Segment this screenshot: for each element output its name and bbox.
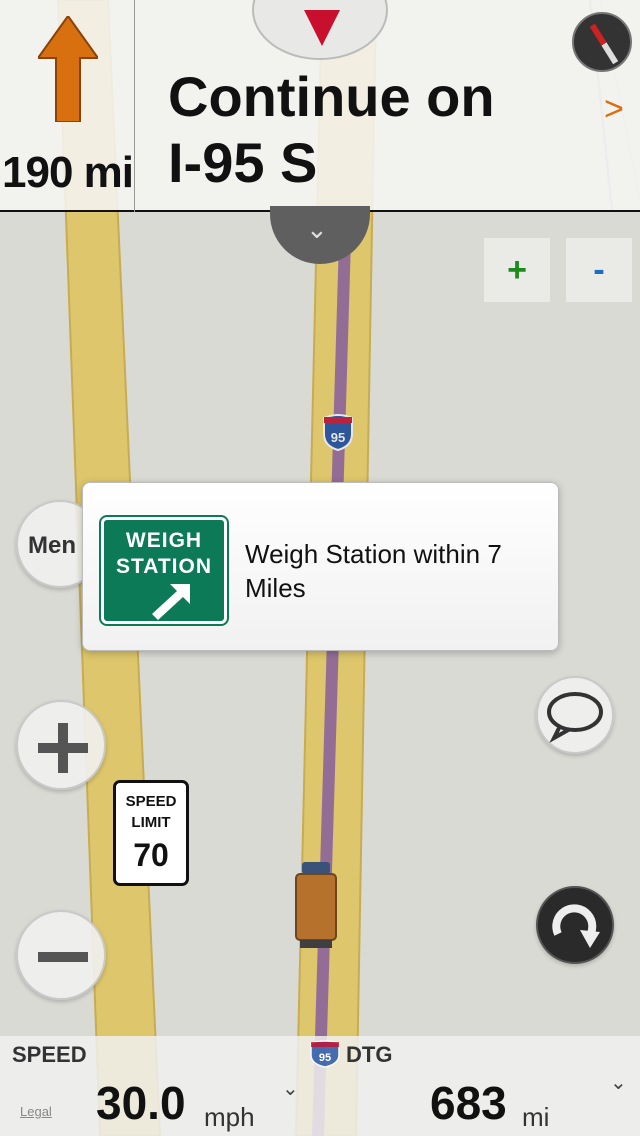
speech-bubble-icon xyxy=(547,692,603,743)
zoom-in-button[interactable]: + xyxy=(484,238,550,302)
speed-dropdown-chevron-icon[interactable]: ⌄ xyxy=(282,1076,299,1101)
pull-down-arrow-icon xyxy=(304,10,340,46)
speed-limit-sign: SPEED LIMIT 70 xyxy=(113,780,189,886)
weigh-station-alert[interactable]: WEIGH STATION Weigh Station within 7 Mil… xyxy=(82,482,559,651)
menu-label: Men xyxy=(28,532,76,559)
dtg-unit: mi xyxy=(522,1102,550,1132)
dtg-dropdown-chevron-icon[interactable]: ⌄ xyxy=(610,1070,627,1095)
turn-indicator[interactable]: 190 mi xyxy=(0,0,135,212)
legal-link[interactable]: Legal xyxy=(20,1104,52,1119)
truck-icon xyxy=(295,862,337,948)
exit-arrow-icon xyxy=(152,584,190,620)
speed-limit-label-2: LIMIT xyxy=(131,814,171,831)
interstate-shield-icon: 95 xyxy=(323,414,353,452)
reroute-button[interactable] xyxy=(536,886,614,964)
straight-arrow-icon xyxy=(38,16,98,122)
zoom-out-button[interactable]: - xyxy=(566,238,632,302)
instruction-line1: Continue on xyxy=(168,65,495,128)
reroute-icon xyxy=(552,904,600,948)
alert-message: Weigh Station within 7 Miles xyxy=(245,539,502,603)
speed-unit: mph xyxy=(204,1102,255,1132)
map-zoom-in-button[interactable] xyxy=(16,700,106,790)
speed-limit-label-1: SPEED xyxy=(125,793,177,810)
dtg-label: DTG xyxy=(346,1042,393,1067)
svg-text:95: 95 xyxy=(331,430,345,445)
sign-line2: STATION xyxy=(115,555,213,578)
dtg-value: 683 xyxy=(430,1077,507,1129)
map-zoom-out-button[interactable] xyxy=(16,910,106,1000)
interstate-shield-small-icon: 95 xyxy=(310,1040,340,1068)
chevron-down-icon: ⌄ xyxy=(306,214,328,244)
instruction-text: Continue on I-95 S xyxy=(168,64,568,196)
next-instruction-chevron-icon[interactable]: > xyxy=(604,90,624,129)
instruction-line2: I-95 S xyxy=(168,131,318,194)
weigh-station-sign-icon: WEIGH STATION xyxy=(99,515,229,626)
compass-icon[interactable] xyxy=(572,12,632,72)
turn-distance: 190 mi xyxy=(2,148,134,197)
sign-line1: WEIGH xyxy=(125,529,203,552)
chat-button[interactable] xyxy=(536,676,614,754)
svg-text:95: 95 xyxy=(319,1052,331,1064)
speed-value: 30.0 xyxy=(96,1077,186,1129)
speed-label: SPEED xyxy=(12,1042,87,1067)
speed-limit-value: 70 xyxy=(133,837,169,873)
